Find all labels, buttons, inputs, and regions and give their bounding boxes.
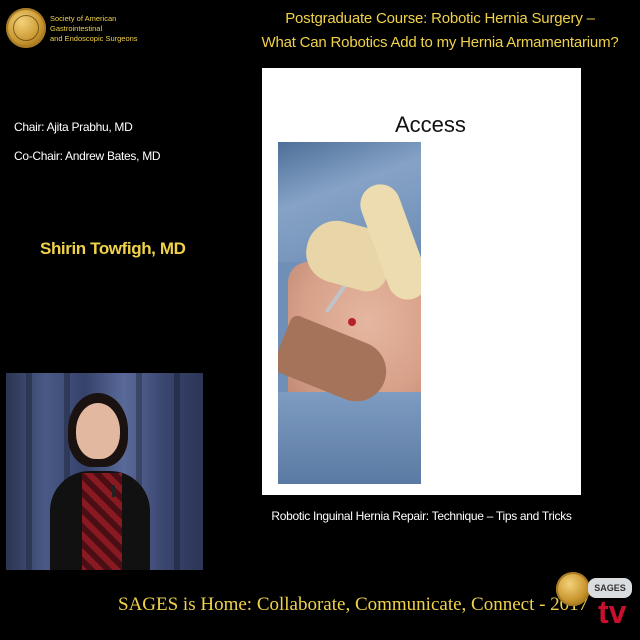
conference-banner: SAGES is Home: Collaborate, Communicate,…: [118, 594, 589, 615]
society-line-2: and Endoscopic Surgeons: [50, 34, 138, 43]
incision-site: [348, 318, 356, 326]
surgery-photo: [278, 142, 421, 484]
microphone-icon: [112, 485, 115, 497]
curtain-fold: [174, 373, 180, 570]
speaker-scarf: [82, 473, 122, 570]
course-title-line-2: What Can Robotics Add to my Hernia Armam…: [261, 34, 619, 51]
slide-caption: Robotic Inguinal Hernia Repair: Techniqu…: [271, 509, 572, 523]
sages-seal-logo: [6, 8, 46, 48]
presentation-slide: Access: [262, 68, 581, 495]
speaker-face: [76, 403, 120, 459]
course-title-line-1: Postgraduate Course: Robotic Hernia Surg…: [285, 10, 595, 27]
cochair-label: Co-Chair: Andrew Bates, MD: [14, 149, 161, 163]
society-line-1: Society of American Gastrointestinal: [50, 14, 117, 33]
chair-label: Chair: Ajita Prabhu, MD: [14, 120, 133, 134]
sages-tv-logo: SAGES tv: [588, 578, 634, 632]
surgical-drape-lower: [278, 392, 421, 484]
course-title: Postgraduate Course: Robotic Hernia Surg…: [240, 7, 640, 55]
sages-seal-logo-bottom: [556, 572, 590, 606]
speaker-name: Shirin Towfigh, MD: [40, 239, 186, 258]
speaker-video: [6, 373, 203, 570]
society-name: Society of American Gastrointestinal and…: [50, 14, 170, 44]
sages-tv-letters: tv: [598, 594, 627, 630]
curtain-fold: [26, 373, 32, 570]
slide-title: Access: [395, 112, 466, 137]
